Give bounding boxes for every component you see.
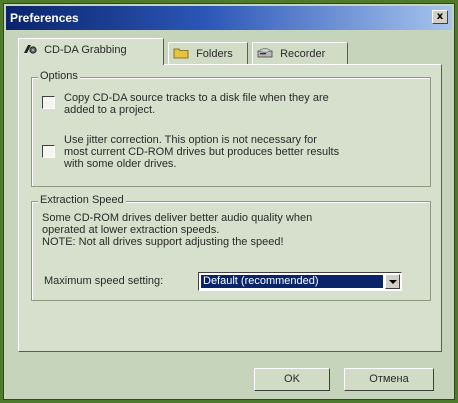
chevron-down-icon[interactable] — [385, 274, 400, 289]
extraction-note: Some CD-ROM drives deliver better audio … — [42, 212, 392, 248]
close-icon: x — [436, 11, 444, 22]
extraction-speed-group: Extraction Speed Some CD-ROM drives deli… — [31, 194, 431, 301]
window-title: Preferences — [10, 11, 79, 25]
jitter-line-3: with some older drives. — [64, 158, 177, 170]
jitter-line-2: most current CD-ROM drives but produces … — [64, 146, 340, 158]
extraction-speed-title: Extraction Speed — [38, 194, 126, 206]
copy-tracks-line-1: Copy CD-DA source tracks to a disk file … — [64, 92, 329, 104]
folder-icon — [173, 47, 189, 62]
recorder-icon — [257, 47, 273, 62]
copy-tracks-option: Copy CD-DA source tracks to a disk file … — [42, 92, 422, 118]
options-group-title: Options — [38, 70, 80, 82]
cd-grab-icon — [23, 43, 37, 58]
copy-tracks-line-2: added to a project. — [64, 104, 156, 116]
tab-folders[interactable]: Folders — [168, 42, 248, 64]
title-bar[interactable]: Preferences x — [6, 6, 452, 30]
close-button[interactable]: x — [432, 10, 448, 24]
tab-label: Recorder — [280, 48, 326, 60]
jitter-checkbox[interactable] — [42, 145, 55, 158]
ok-button[interactable]: OK — [254, 368, 330, 391]
copy-tracks-checkbox[interactable] — [42, 96, 55, 109]
extraction-note-line-1: Some CD-ROM drives deliver better audio … — [42, 212, 313, 224]
max-speed-label: Maximum speed setting: — [44, 275, 164, 287]
preferences-window: Preferences x CD-DA Grabbing Folders Rec… — [3, 3, 455, 400]
tab-label: CD-DA Grabbing — [44, 44, 127, 56]
jitter-option: Use jitter correction. This option is no… — [42, 134, 422, 174]
tab-label: Folders — [196, 48, 233, 60]
jitter-line-1: Use jitter correction. This option is no… — [64, 134, 317, 146]
copy-tracks-label[interactable]: Copy CD-DA source tracks to a disk file … — [64, 92, 329, 116]
extraction-note-line-2: operated at lower extraction speeds. — [42, 224, 220, 236]
max-speed-select[interactable]: Default (recommended) — [198, 272, 402, 291]
jitter-label[interactable]: Use jitter correction. This option is no… — [64, 134, 339, 170]
tab-panel-cd-da-grabbing: Options Copy CD-DA source tracks to a di… — [18, 64, 442, 352]
extraction-note-line-3: NOTE: Not all drives support adjusting t… — [42, 236, 284, 248]
max-speed-selected-value: Default (recommended) — [201, 275, 383, 288]
cancel-button[interactable]: Отмена — [344, 368, 434, 391]
options-group: Options Copy CD-DA source tracks to a di… — [31, 70, 431, 187]
tab-cd-da-grabbing[interactable]: CD-DA Grabbing — [18, 38, 164, 65]
tab-recorder[interactable]: Recorder — [252, 42, 348, 64]
